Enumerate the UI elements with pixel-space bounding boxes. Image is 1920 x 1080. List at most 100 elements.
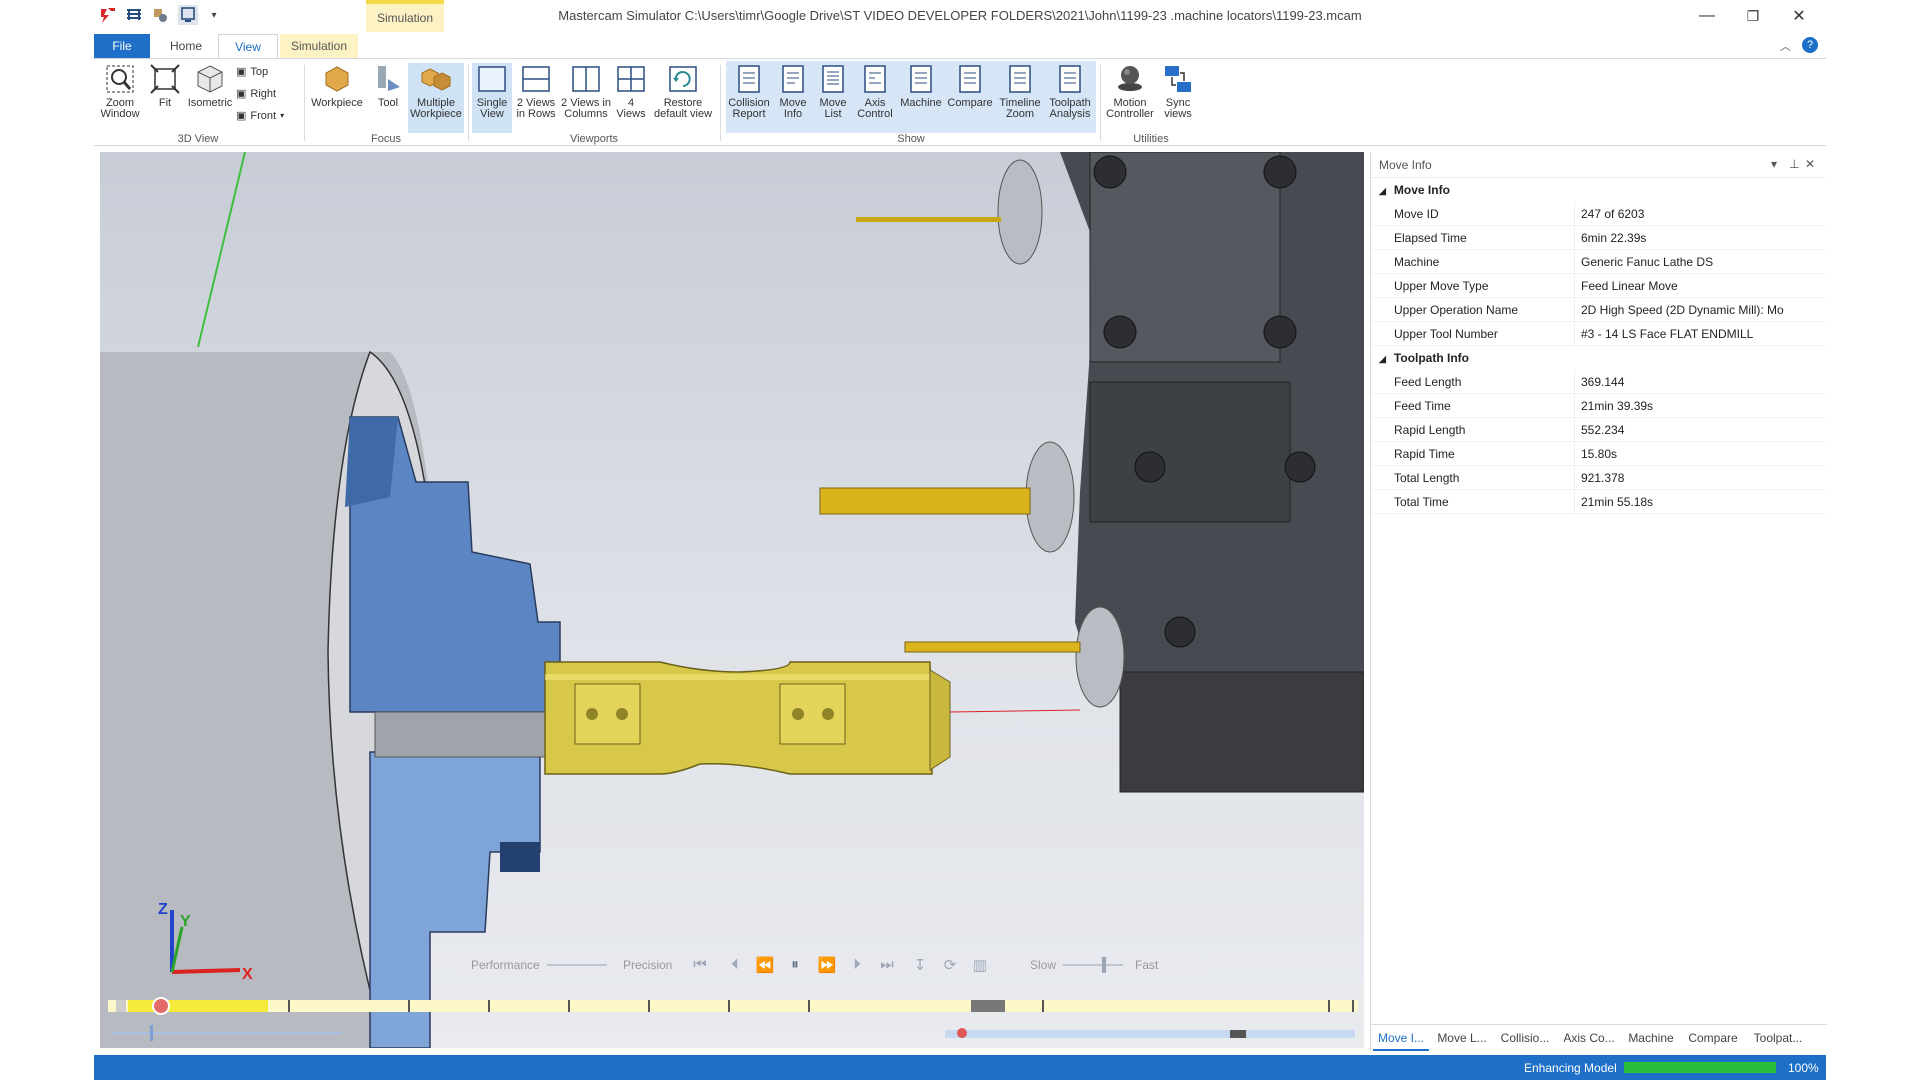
tab-home[interactable]: Home <box>156 34 216 58</box>
move-timeline[interactable] <box>108 997 1358 1015</box>
two-views-rows-button[interactable]: 2 Views in Rows <box>514 63 558 133</box>
panel-tabs: Move I... Move L... Collisio... Axis Co.… <box>1371 1024 1827 1051</box>
section-header[interactable]: ◢ Move Info <box>1371 178 1826 202</box>
timeline-tick <box>728 1000 730 1012</box>
next-move-icon[interactable]: ⏵ <box>847 956 867 974</box>
panel-tab-move-list[interactable]: Move L... <box>1433 1025 1491 1051</box>
pause-icon[interactable]: ⏸ <box>785 956 805 974</box>
zoom-range-handle[interactable] <box>150 1025 153 1041</box>
isometric-cube-icon <box>197 65 223 93</box>
pin-icon[interactable]: ⊥ <box>1789 157 1799 171</box>
two-views-columns-button[interactable]: 2 Views in Columns <box>560 63 612 133</box>
top-view-button[interactable]: ▣ Top <box>236 63 268 81</box>
property-value: Feed Linear Move <box>1574 274 1826 297</box>
go-to-end-icon[interactable]: ⏭ <box>877 956 897 974</box>
speed-slider[interactable] <box>1063 964 1123 966</box>
tab-file[interactable]: File <box>94 34 150 58</box>
collapse-triangle-icon[interactable]: ◢ <box>1379 354 1386 364</box>
loop-icon[interactable]: ⟳ <box>940 956 960 974</box>
collapse-triangle-icon[interactable]: ◢ <box>1379 186 1386 196</box>
panel-tab-compare[interactable]: Compare <box>1683 1025 1743 1051</box>
minimize-button[interactable]: — <box>1684 0 1730 32</box>
zoomed-playhead[interactable] <box>957 1028 967 1038</box>
move-info-button[interactable]: Move Info <box>774 63 812 133</box>
axis-control-button[interactable]: Axis Control <box>854 63 896 133</box>
right-view-button[interactable]: ▣ Right <box>236 85 276 103</box>
machine-button[interactable]: Machine <box>898 63 944 133</box>
property-row[interactable]: Machine Generic Fanuc Lathe DS <box>1371 250 1826 274</box>
zoom-window-icon <box>106 65 134 93</box>
timeline-tick <box>808 1000 810 1012</box>
triad-y-label: Y <box>180 913 191 930</box>
step-back-icon[interactable]: ⏪ <box>755 956 775 974</box>
performance-label: Performance <box>471 958 540 972</box>
step-forward-icon[interactable]: ⏩ <box>817 956 837 974</box>
property-key: Upper Move Type <box>1394 279 1489 293</box>
tab-view[interactable]: View <box>218 34 278 58</box>
sync-views-button[interactable]: Sync views <box>1158 63 1198 133</box>
timeline-tick <box>488 1000 490 1012</box>
property-row[interactable]: Feed Length 369.144 <box>1371 370 1826 394</box>
zoom-range-track[interactable] <box>112 1032 342 1034</box>
simulation-viewport[interactable]: Z Y X Performance Precision ⏮ ⏴ ⏪ ⏸ ⏩ ⏵ … <box>100 152 1364 1048</box>
spindle-bore <box>374 711 546 758</box>
multiple-workpiece-button[interactable]: Multiple Workpiece <box>408 63 464 133</box>
compare-button[interactable]: Compare <box>946 63 994 133</box>
zoom-window-button[interactable]: Zoom Window <box>98 63 142 133</box>
tool-rod-1 <box>856 217 1001 222</box>
zoomed-timeline[interactable] <box>945 1028 1355 1038</box>
panel-close-icon[interactable]: ✕ <box>1805 157 1815 171</box>
timeline-zoom-button[interactable]: Timeline Zoom <box>996 63 1044 133</box>
timeline-played <box>128 1000 268 1012</box>
panel-menu-icon[interactable]: ▾ <box>1771 157 1777 171</box>
property-row[interactable]: Upper Move Type Feed Linear Move <box>1371 274 1826 298</box>
panel-tab-axis-control[interactable]: Axis Co... <box>1559 1025 1619 1051</box>
timeline-playhead[interactable] <box>152 997 170 1015</box>
property-row[interactable]: Feed Time 21min 39.39s <box>1371 394 1826 418</box>
isometric-button[interactable]: Isometric <box>186 63 234 133</box>
panel-tab-move-info[interactable]: Move I... <box>1373 1025 1429 1051</box>
property-key: Upper Operation Name <box>1394 303 1519 317</box>
timeline-segment <box>116 1000 126 1012</box>
close-button[interactable]: ✕ <box>1776 0 1822 32</box>
restore-button[interactable]: ❐ <box>1730 0 1776 32</box>
property-row[interactable]: Elapsed Time 6min 22.39s <box>1371 226 1826 250</box>
previous-move-icon[interactable]: ⏴ <box>725 956 745 974</box>
fit-button[interactable]: Fit <box>146 63 184 133</box>
property-row[interactable]: Upper Tool Number #3 - 14 LS Face FLAT EN… <box>1371 322 1826 346</box>
collision-report-button[interactable]: Collision Report <box>726 63 772 133</box>
property-row[interactable]: Move ID 247 of 6203 <box>1371 202 1826 226</box>
toolpath-analysis-button[interactable]: Toolpath Analysis <box>1046 63 1094 133</box>
quality-slider[interactable] <box>547 964 607 966</box>
help-icon[interactable]: ? <box>1802 37 1818 53</box>
single-view-button[interactable]: Single View <box>472 63 512 133</box>
stop-condition-icon[interactable]: ▥ <box>970 956 990 974</box>
go-to-start-icon[interactable]: ⏮ <box>690 956 710 974</box>
property-key: Elapsed Time <box>1394 231 1467 245</box>
property-row[interactable]: Total Time 21min 55.18s <box>1371 490 1826 514</box>
restore-default-view-button[interactable]: Restore default view <box>650 63 716 133</box>
property-value: 2D High Speed (2D Dynamic Mill): Mo <box>1574 298 1826 321</box>
panel-tab-collision[interactable]: Collisio... <box>1495 1025 1555 1051</box>
run-to-collision-icon[interactable]: ↧ <box>910 956 930 974</box>
collapse-ribbon-icon[interactable]: ︿ <box>1780 38 1791 54</box>
property-row[interactable]: Upper Operation Name 2D High Speed (2D Dy… <box>1371 298 1826 322</box>
property-row[interactable]: Rapid Time 15.80s <box>1371 442 1826 466</box>
move-list-button[interactable]: Move List <box>814 63 852 133</box>
tool-button[interactable]: Tool <box>368 63 408 133</box>
speed-slider-handle[interactable] <box>1102 957 1106 973</box>
four-views-button[interactable]: 4 Views <box>614 63 648 133</box>
workpiece-button[interactable]: Workpiece <box>308 63 366 133</box>
machine-icon <box>910 65 932 93</box>
property-row[interactable]: Rapid Length 552.234 <box>1371 418 1826 442</box>
front-view-button[interactable]: ▣ Front ▾ <box>236 107 284 125</box>
machine-scene: Z Y X <box>100 152 1364 1048</box>
panel-tab-machine[interactable]: Machine <box>1623 1025 1679 1051</box>
tab-simulation[interactable]: Simulation <box>280 34 358 58</box>
property-row[interactable]: Total Length 921.378 <box>1371 466 1826 490</box>
timeline-tick <box>568 1000 570 1012</box>
panel-tab-toolpath[interactable]: Toolpat... <box>1747 1025 1809 1051</box>
turret-block-mid <box>1089 381 1291 523</box>
motion-controller-button[interactable]: Motion Controller <box>1104 63 1156 133</box>
section-header[interactable]: ◢ Toolpath Info <box>1371 346 1826 370</box>
